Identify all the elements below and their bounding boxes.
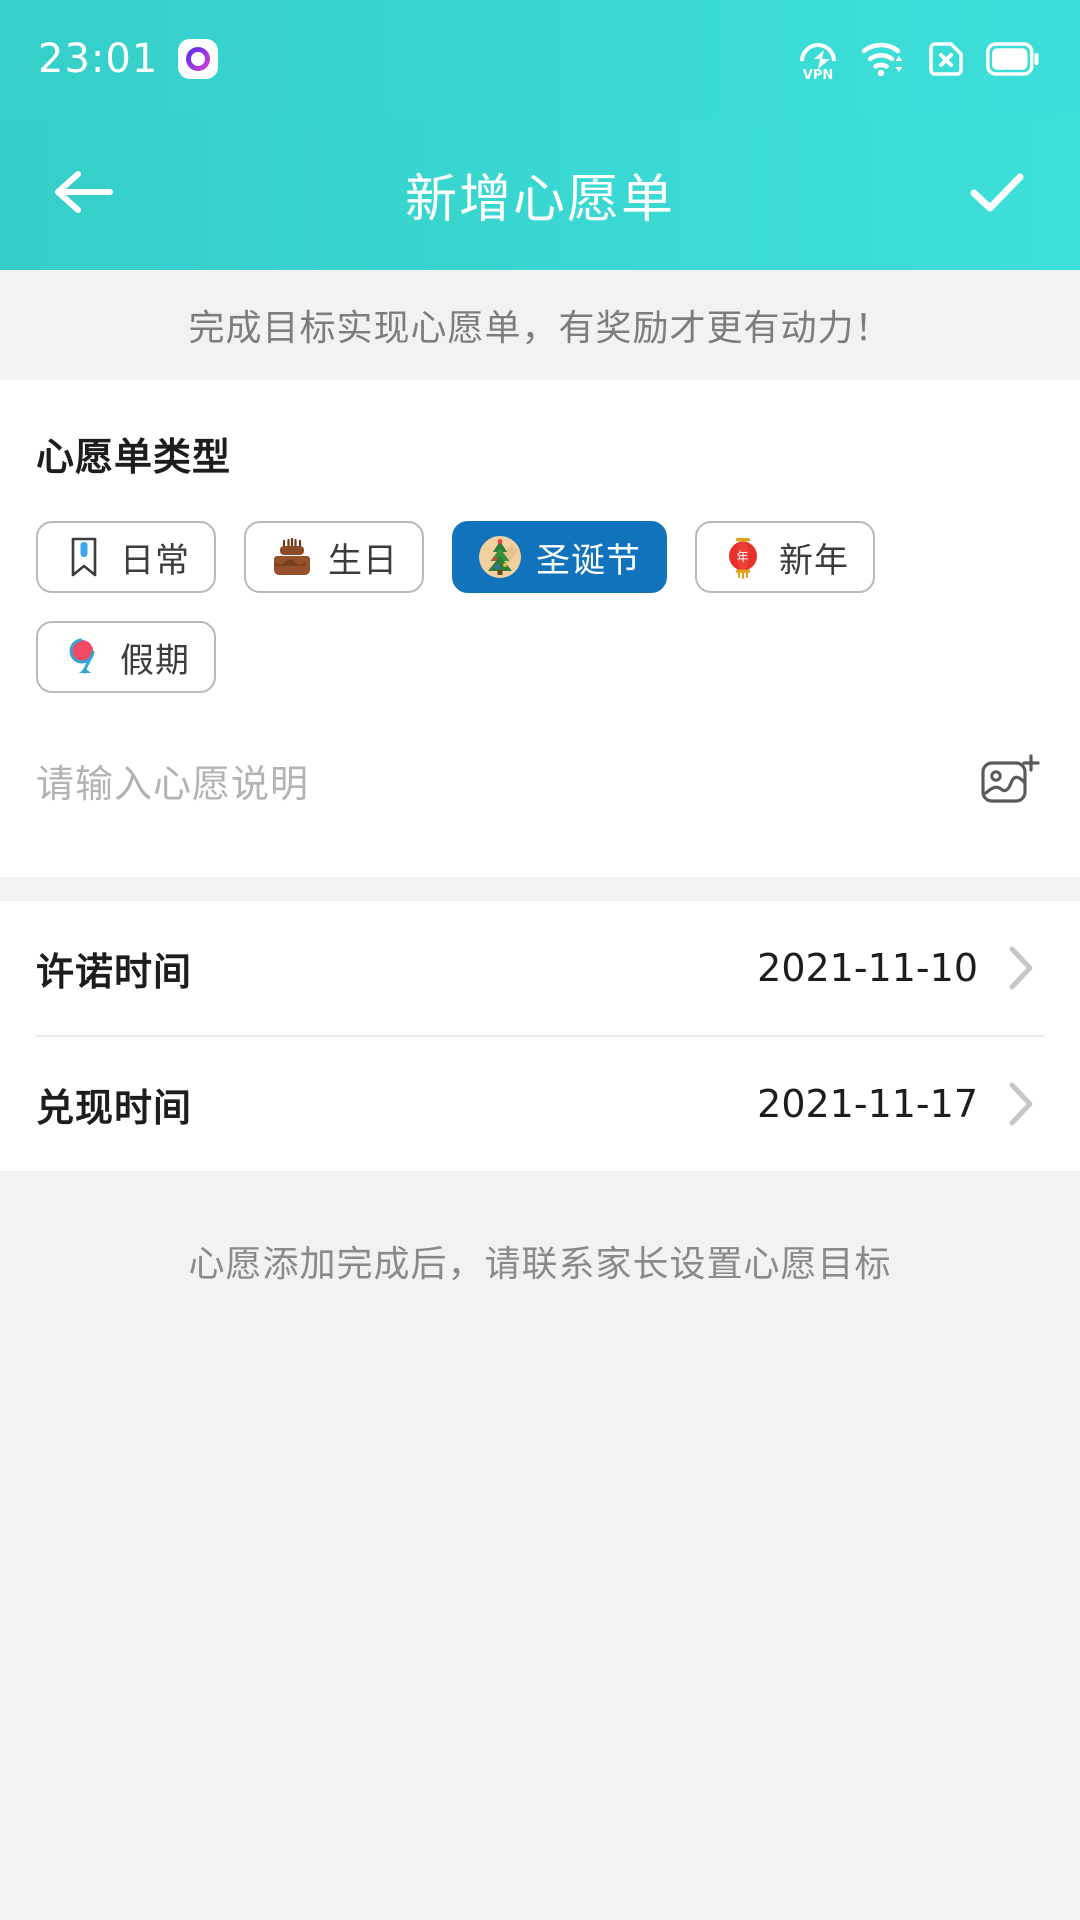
redeem-date-label: 兑现时间 [36, 1087, 193, 1130]
promise-date-label: 许诺时间 [36, 951, 193, 994]
chip-label: 生日 [328, 541, 398, 580]
chip-christmas[interactable]: 圣诞节 [452, 521, 667, 593]
add-image-icon [975, 750, 1041, 821]
chip-daily[interactable]: 日常 [36, 521, 216, 593]
app-ring-icon [178, 39, 219, 79]
app-screen: 23:01 VPN 新增心愿单 完成目标实现心愿单，有奖励才更有动力！ 心愿单类… [0, 0, 1080, 1920]
globe-icon [62, 635, 106, 679]
banner-hint: 完成目标实现心愿单，有奖励才更有动力！ [0, 270, 1080, 380]
chip-label: 假期 [120, 641, 190, 680]
chip-label: 日常 [120, 541, 190, 580]
birthday-cake-icon [270, 535, 314, 579]
wish-type-chip-group: 日常 生日 圣诞节 年 新年 假期 [0, 481, 1080, 693]
battery-icon [986, 42, 1040, 76]
date-list: 许诺时间 2021-11-10 兑现时间 2021-11-17 [0, 901, 1080, 1171]
chip-label: 新年 [779, 541, 849, 580]
wish-description-row [0, 693, 1080, 877]
footer-hint: 心愿添加完成后，请联系家长设置心愿目标 [0, 1171, 1080, 1287]
svg-text:VPN: VPN [803, 68, 833, 81]
status-bar-clock: 23:01 [38, 36, 159, 82]
redeem-date-value: 2021-11-17 [757, 1082, 978, 1126]
bookmark-icon [62, 535, 106, 579]
redeem-date-row[interactable]: 兑现时间 2021-11-17 [0, 1037, 1080, 1171]
footer-hint-text: 心愿添加完成后，请联系家长设置心愿目标 [188, 1243, 892, 1284]
wish-description-input[interactable] [36, 763, 948, 807]
app-header: 新增心愿单 [0, 118, 1080, 270]
chip-holiday[interactable]: 假期 [36, 621, 216, 693]
status-bar-left: 23:01 [38, 36, 219, 82]
chevron-right-icon [990, 1074, 1050, 1134]
promise-date-row[interactable]: 许诺时间 2021-11-10 [0, 901, 1080, 1035]
svg-text:年: 年 [736, 550, 749, 564]
wish-type-card: 心愿单类型 日常 生日 圣诞节 年 新年 假期 请输入心愿说明 [0, 380, 1080, 877]
promise-date-value: 2021-11-10 [757, 946, 978, 990]
chip-newyear[interactable]: 年 新年 [695, 521, 875, 593]
status-bar-right: VPN [796, 37, 1040, 81]
chevron-right-icon [990, 938, 1050, 998]
wish-type-title: 心愿单类型 [36, 437, 232, 479]
sim-card-disabled-icon [926, 39, 966, 79]
chip-birthday[interactable]: 生日 [244, 521, 424, 593]
vpn-icon: VPN [796, 37, 840, 81]
add-image-button[interactable] [972, 749, 1044, 821]
status-bar: 23:01 VPN [0, 0, 1080, 118]
page-title: 新增心愿单 [404, 170, 675, 229]
red-lantern-icon: 年 [721, 535, 765, 579]
back-arrow-icon [48, 162, 118, 227]
wifi-icon [860, 38, 906, 80]
back-button[interactable] [48, 152, 132, 236]
banner-hint-text: 完成目标实现心愿单，有奖励才更有动力！ [188, 307, 892, 348]
section-gap [0, 877, 1080, 901]
christmas-tree-icon [478, 535, 522, 579]
chip-label: 圣诞节 [536, 541, 641, 580]
confirm-button[interactable] [948, 152, 1032, 236]
check-icon [962, 162, 1032, 227]
